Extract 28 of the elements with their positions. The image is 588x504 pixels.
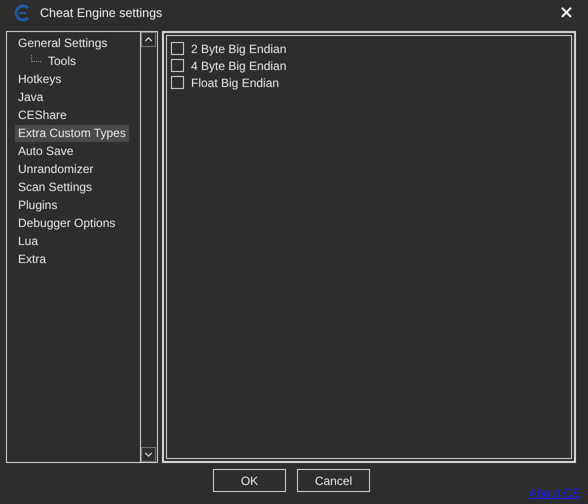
- app-logo-icon: [14, 4, 32, 22]
- tree-item[interactable]: Extra: [15, 250, 50, 268]
- tree-item[interactable]: Debugger Options: [15, 214, 118, 232]
- checkbox-label[interactable]: Float Big Endian: [191, 76, 280, 90]
- window-title: Cheat Engine settings: [40, 6, 162, 20]
- tree-item[interactable]: General Settings: [15, 34, 110, 52]
- ok-button[interactable]: OK: [213, 469, 286, 492]
- tree-item[interactable]: Plugins: [15, 196, 60, 214]
- scrollbar[interactable]: [140, 32, 157, 462]
- tree-item[interactable]: Extra Custom Types: [15, 124, 129, 142]
- tree-item[interactable]: Hotkeys: [15, 70, 64, 88]
- tree-item[interactable]: Auto Save: [15, 142, 76, 160]
- checkbox[interactable]: [171, 76, 184, 89]
- checkbox[interactable]: [171, 59, 184, 72]
- checkbox-label[interactable]: 4 Byte Big Endian: [191, 58, 286, 72]
- tree-item[interactable]: CEShare: [15, 106, 70, 124]
- cancel-button[interactable]: Cancel: [297, 469, 370, 492]
- tree-connector-icon: [31, 54, 41, 62]
- tree-item[interactable]: Tools: [45, 52, 80, 70]
- scroll-up-icon[interactable]: [141, 32, 156, 47]
- tree-item[interactable]: Scan Settings: [15, 178, 96, 196]
- tree-item[interactable]: Unrandomizer: [15, 160, 96, 178]
- close-button[interactable]: ×: [552, 4, 580, 22]
- scroll-down-icon[interactable]: [141, 447, 156, 462]
- tree-item[interactable]: Lua: [15, 232, 42, 250]
- checkbox-label[interactable]: 2 Byte Big Endian: [191, 42, 286, 56]
- checkbox[interactable]: [171, 42, 184, 55]
- tree-item[interactable]: Java: [15, 88, 46, 106]
